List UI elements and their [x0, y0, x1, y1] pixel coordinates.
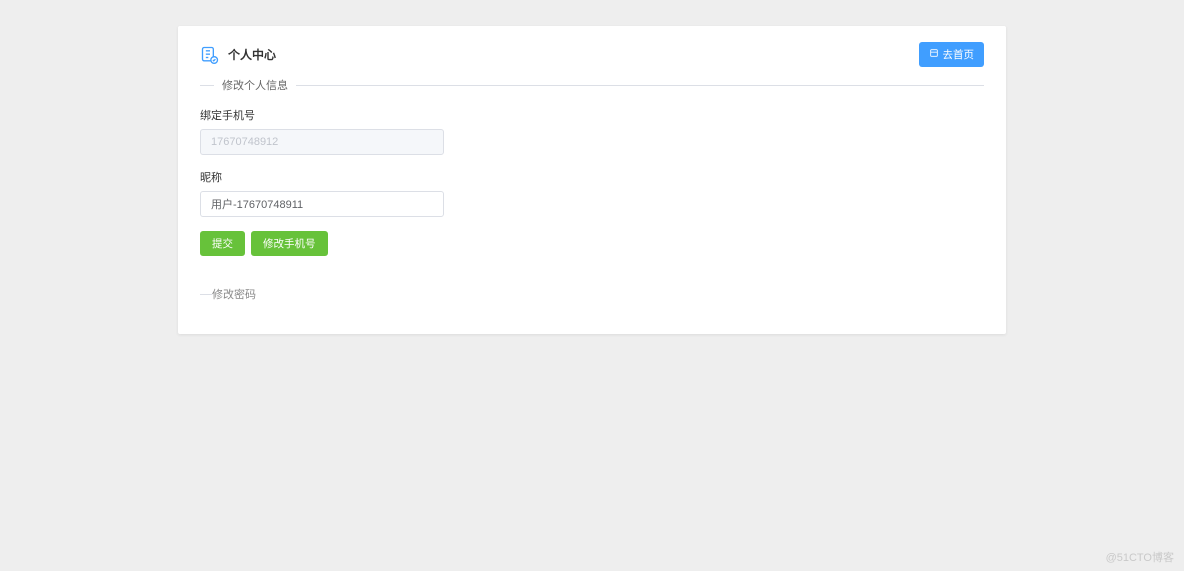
edit-profile-divider: 修改个人信息 [200, 77, 984, 93]
change-phone-button[interactable]: 修改手机号 [251, 231, 328, 256]
nickname-group: 昵称 [200, 169, 984, 217]
change-password-divider: 修改密码 [200, 286, 984, 302]
watermark: @51CTO博客 [1106, 549, 1174, 565]
go-home-label: 去首页 [943, 47, 975, 62]
phone-input [200, 129, 444, 155]
card-header: 个人中心 去首页 [200, 42, 984, 67]
go-home-button[interactable]: 去首页 [919, 42, 985, 67]
submit-button[interactable]: 提交 [200, 231, 245, 256]
nickname-input[interactable] [200, 191, 444, 217]
page-title: 个人中心 [228, 46, 276, 63]
edit-profile-label: 修改个人信息 [222, 77, 288, 93]
change-password-label: 修改密码 [212, 286, 256, 302]
header-left: 个人中心 [200, 45, 276, 65]
nickname-label: 昵称 [200, 169, 984, 185]
phone-label: 绑定手机号 [200, 107, 984, 123]
home-icon [929, 48, 939, 61]
profile-form: 绑定手机号 昵称 提交 修改手机号 [200, 107, 984, 256]
profile-card: 个人中心 去首页 修改个人信息 绑定手机号 昵称 提交 修改手机 [178, 26, 1006, 334]
profile-icon [200, 45, 220, 65]
button-row: 提交 修改手机号 [200, 231, 984, 256]
phone-group: 绑定手机号 [200, 107, 984, 155]
